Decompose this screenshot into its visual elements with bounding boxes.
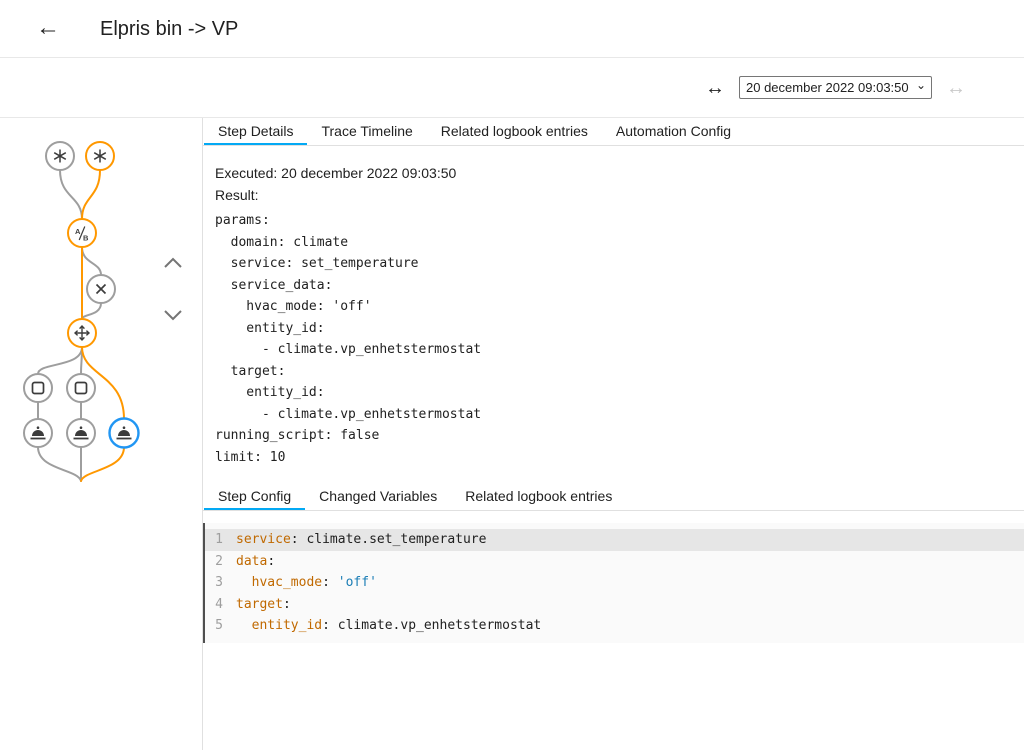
node-trigger-1[interactable] xyxy=(46,142,74,170)
page-title: Elpris bin -> VP xyxy=(100,0,238,58)
svg-text:A: A xyxy=(75,227,81,236)
node-choose[interactable] xyxy=(68,319,96,347)
executed-timestamp: Executed: 20 december 2022 09:03:50 xyxy=(215,162,1012,184)
editor-line: 4 target: xyxy=(205,594,1024,616)
tab-step-config[interactable]: Step Config xyxy=(204,483,305,510)
yaml-code-editor[interactable]: 1 service: climate.set_temperature 2 dat… xyxy=(203,523,1024,643)
next-trace-icon: ↔ xyxy=(946,77,966,99)
tab-sub-related-logbook-entries[interactable]: Related logbook entries xyxy=(451,483,626,510)
editor-line: 5 entity_id: climate.vp_enhetstermostat xyxy=(205,615,1024,637)
node-branch3-service-selected[interactable] xyxy=(110,419,139,448)
svg-text:B: B xyxy=(83,234,89,243)
node-stop[interactable] xyxy=(87,275,115,303)
result-label: Result: xyxy=(215,184,1012,206)
trace-page: ← Elpris bin -> VP ↔ 20 december 2022 09… xyxy=(0,0,1024,750)
editor-line: 2 data: xyxy=(205,551,1024,573)
tab-trace-timeline[interactable]: Trace Timeline xyxy=(307,118,426,145)
step-details-content: Executed: 20 december 2022 09:03:50 Resu… xyxy=(203,146,1024,468)
trace-toolbar: ↔ 20 december 2022 09:03:50 ⌄ ↔ xyxy=(0,58,1024,118)
run-selector-wrap: 20 december 2022 09:03:50 ⌄ xyxy=(739,76,932,99)
editor-line: 1 service: climate.set_temperature xyxy=(205,529,1024,551)
run-selector[interactable]: 20 december 2022 09:03:50 xyxy=(739,76,932,99)
node-branch1-action[interactable] xyxy=(24,374,52,402)
previous-trace-icon[interactable]: ↔ xyxy=(705,77,725,99)
tab-changed-variables[interactable]: Changed Variables xyxy=(305,483,451,510)
tab-related-logbook-entries[interactable]: Related logbook entries xyxy=(427,118,602,145)
line-number: 4 xyxy=(205,594,223,616)
result-yaml: params: domain: climate service: set_tem… xyxy=(215,210,1012,468)
tab-step-details[interactable]: Step Details xyxy=(204,118,307,145)
line-number: 3 xyxy=(205,572,223,594)
back-arrow-icon[interactable]: ← xyxy=(36,13,60,43)
trace-detail-panel: Step Details Trace Timeline Related logb… xyxy=(203,118,1024,750)
line-number: 5 xyxy=(205,615,223,637)
trace-graph-panel: A B xyxy=(0,118,203,750)
tab-automation-config[interactable]: Automation Config xyxy=(602,118,745,145)
app-header: ← Elpris bin -> VP xyxy=(0,0,1024,58)
node-condition-ab[interactable]: A B xyxy=(68,219,96,247)
sub-tabbar: Step Config Changed Variables Related lo… xyxy=(203,483,1024,511)
node-branch1-service[interactable] xyxy=(24,419,52,447)
editor-line: 3 hvac_mode: 'off' xyxy=(205,572,1024,594)
main-tabbar: Step Details Trace Timeline Related logb… xyxy=(203,118,1024,146)
line-number: 2 xyxy=(205,551,223,573)
line-number: 1 xyxy=(205,529,223,551)
node-trigger-2[interactable] xyxy=(86,142,114,170)
trace-graph: A B xyxy=(0,118,203,518)
node-branch2-service[interactable] xyxy=(67,419,95,447)
node-branch2-action[interactable] xyxy=(67,374,95,402)
